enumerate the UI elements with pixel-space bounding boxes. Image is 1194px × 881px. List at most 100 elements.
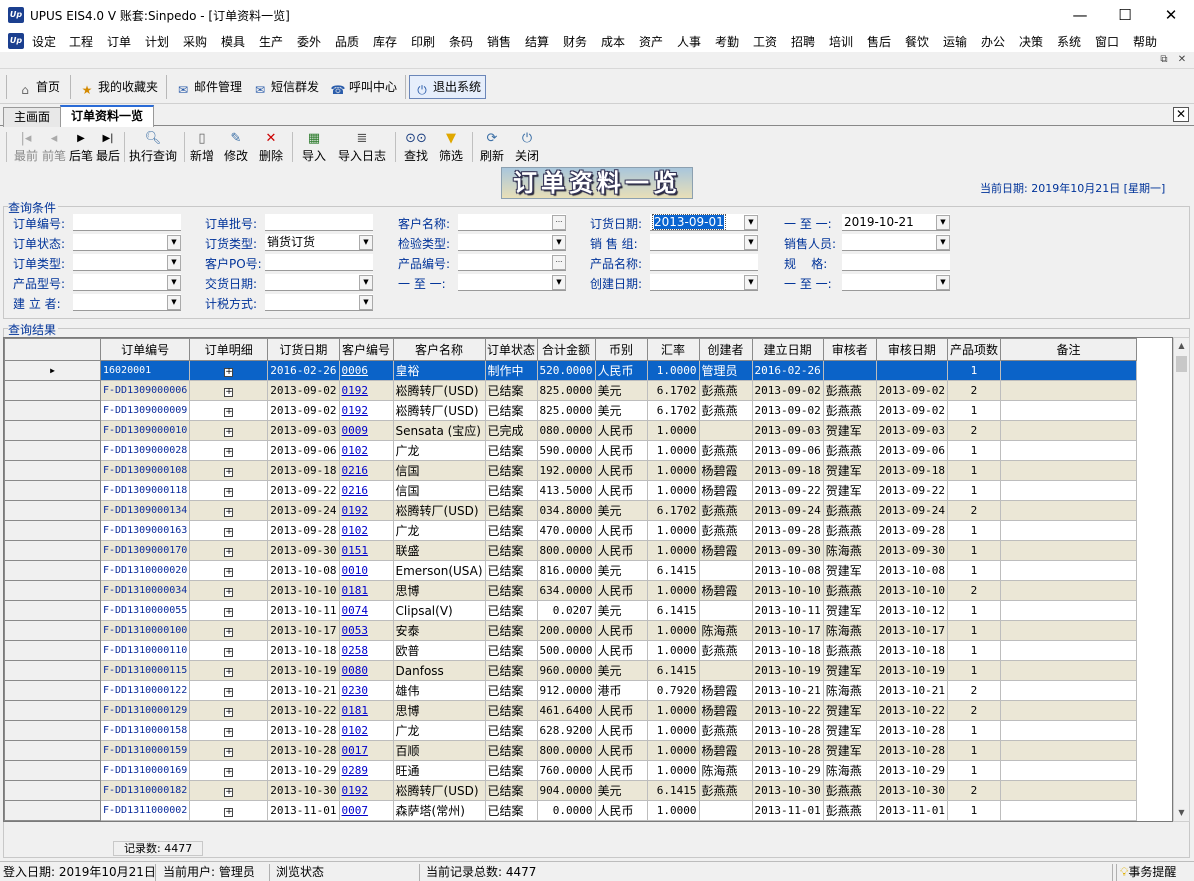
table-row[interactable]: F-DD1309000163 +2013-09-28 0102 广龙 已结案 470.00… (4, 520, 1137, 541)
expand-plus-icon[interactable]: + (224, 468, 234, 477)
menu-item-9[interactable]: 库存 (373, 33, 397, 50)
menu-item-3[interactable]: 计划 (145, 33, 169, 50)
import-log-button[interactable]: ≣ 导入日志 (336, 130, 388, 164)
favorites-button[interactable]: ★ 我的收藏夹 (74, 75, 163, 99)
inspection-type-combo[interactable]: ▼ (458, 234, 566, 251)
order-status-combo[interactable]: ▼ (73, 234, 181, 251)
expand-detail-cell[interactable]: + (189, 520, 269, 541)
lookup-ellipsis-icon[interactable]: ··· (552, 255, 566, 270)
expand-plus-icon[interactable]: + (224, 448, 234, 457)
menu-item-28[interactable]: 窗口 (1095, 33, 1119, 50)
created-date-to-combo[interactable]: ▼ (842, 274, 950, 291)
expand-plus-icon[interactable]: + (224, 488, 234, 497)
table-row[interactable]: F-DD1309000118 +2013-09-22 0216 信国 已结案 413.50… (4, 480, 1137, 501)
expand-detail-cell[interactable]: + (189, 800, 269, 821)
expand-detail-cell[interactable]: + (189, 620, 269, 641)
customer-code-link[interactable]: 0074 (338, 600, 394, 621)
table-row[interactable]: F-DD1309000010 +2013-09-03 0009 Sensata (宝应… (4, 420, 1137, 441)
menu-item-13[interactable]: 结算 (525, 33, 549, 50)
expand-detail-cell[interactable]: + (189, 780, 269, 801)
table-row[interactable]: F-DD1310000020 +2013-10-08 0010 Emerson(USA… (4, 560, 1137, 581)
spec-input[interactable] (842, 254, 950, 271)
menu-item-8[interactable]: 品质 (335, 33, 359, 50)
column-header[interactable]: 订单明细 (189, 338, 269, 361)
customer-code-link[interactable]: 0289 (338, 760, 394, 781)
menu-item-26[interactable]: 决策 (1019, 33, 1043, 50)
table-row[interactable]: F-DD1309000028 +2013-09-06 0102 广龙 已结案 590.00… (4, 440, 1137, 461)
menu-item-25[interactable]: 办公 (981, 33, 1005, 50)
menu-item-15[interactable]: 成本 (601, 33, 625, 50)
chevron-down-icon[interactable]: ▼ (167, 295, 181, 310)
menu-item-21[interactable]: 培训 (829, 33, 853, 50)
menu-item-29[interactable]: 帮助 (1133, 33, 1157, 50)
chevron-down-icon[interactable]: ▼ (936, 235, 950, 250)
column-header[interactable]: 汇率 (646, 338, 700, 361)
column-header[interactable]: 创建者 (698, 338, 753, 361)
prev-record-button[interactable]: ◂ 前笔 (41, 130, 67, 164)
expand-detail-cell[interactable]: + (189, 540, 269, 561)
menu-item-18[interactable]: 考勤 (715, 33, 739, 50)
expand-detail-cell[interactable]: + (189, 460, 269, 481)
customer-code-link[interactable]: 0192 (338, 500, 394, 521)
new-button[interactable]: ▯ 新增 (189, 130, 215, 164)
expand-plus-icon[interactable]: + (224, 608, 234, 617)
expand-plus-icon[interactable]: + (224, 648, 234, 657)
chevron-down-icon[interactable]: ▼ (552, 275, 566, 290)
product-number-input[interactable]: ··· (458, 254, 566, 271)
mdi-close-icon[interactable]: ✕ (1175, 53, 1189, 67)
chevron-down-icon[interactable]: ▼ (167, 255, 181, 270)
creator-combo[interactable]: ▼ (73, 294, 181, 311)
find-button[interactable]: ⊙⊙ 查找 (403, 130, 429, 164)
chevron-down-icon[interactable]: ▼ (936, 215, 950, 230)
column-header[interactable]: 订单编号 (99, 338, 191, 361)
customer-code-link[interactable]: 0192 (338, 400, 394, 421)
table-row[interactable]: F-DD1310000169 +2013-10-29 0289 旺通 已结案 760.00… (4, 760, 1137, 781)
menu-item-14[interactable]: 财务 (563, 33, 587, 50)
customer-code-link[interactable]: 0181 (338, 580, 394, 601)
menu-item-23[interactable]: 餐饮 (905, 33, 929, 50)
next-record-button[interactable]: ▶ 后笔 (68, 130, 94, 164)
tab-order-list[interactable]: 订单资料一览 (60, 105, 155, 127)
expand-detail-cell[interactable]: + (189, 380, 269, 401)
expand-detail-cell[interactable]: + (189, 360, 269, 381)
maximize-button[interactable]: ☐ (1102, 0, 1148, 30)
expand-plus-icon[interactable]: + (224, 568, 234, 577)
chevron-down-icon[interactable]: ▼ (744, 235, 758, 250)
results-grid[interactable]: 订单编号 订单明细 订货日期 客户编号 客户名称 订单状态 合计金额 币别 汇率 创建者 建立日期审… (3, 337, 1173, 822)
chevron-down-icon[interactable]: ▼ (167, 275, 181, 290)
created-date-from-combo[interactable]: ▼ (650, 274, 758, 291)
table-row[interactable]: F-DD1310000100 +2013-10-17 0053 安泰 已结案 200.00… (4, 620, 1137, 641)
expand-plus-icon[interactable]: + (224, 668, 234, 677)
menu-item-16[interactable]: 资产 (639, 33, 663, 50)
scroll-down-icon[interactable]: ▼ (1174, 805, 1189, 821)
expand-detail-cell[interactable]: + (189, 440, 269, 461)
expand-detail-cell[interactable]: + (189, 720, 269, 741)
menu-item-6[interactable]: 生产 (259, 33, 283, 50)
chevron-down-icon[interactable]: ▼ (359, 275, 373, 290)
customer-code-link[interactable]: 0006 (338, 360, 394, 381)
expand-plus-icon[interactable]: + (224, 428, 234, 437)
product-model-combo[interactable]: ▼ (73, 274, 181, 291)
menu-item-0[interactable]: 设定 (32, 33, 56, 50)
edit-button[interactable]: ✎ 修改 (223, 130, 249, 164)
order-batch-input[interactable] (265, 214, 373, 231)
minimize-button[interactable]: — (1057, 0, 1103, 30)
expand-detail-cell[interactable]: + (189, 660, 269, 681)
menu-item-24[interactable]: 运输 (943, 33, 967, 50)
sms-button[interactable]: ✉ 短信群发 (247, 75, 324, 99)
tax-method-combo[interactable]: ▼ (265, 294, 373, 311)
table-row[interactable]: F-DD1309000009 +2013-09-02 0192 崧腾转厂(USD) 已结… (4, 400, 1137, 421)
expand-plus-icon[interactable]: + (224, 768, 234, 777)
delivery-date-to-combo[interactable]: ▼ (458, 274, 566, 291)
expand-plus-icon[interactable]: + (224, 388, 234, 397)
order-type-combo[interactable]: ▼ (73, 254, 181, 271)
table-row[interactable]: F-DD1310000159 +2013-10-28 0017 百顺 已结案 800.00… (4, 740, 1137, 761)
delete-button[interactable]: ✕ 删除 (258, 130, 284, 164)
column-header[interactable]: 合计金额 (536, 338, 596, 361)
customer-code-link[interactable]: 0102 (338, 520, 394, 541)
order-date-to-combo[interactable]: 2019-10-21 ▼ (842, 214, 950, 231)
expand-plus-icon[interactable]: + (224, 788, 234, 797)
close-button[interactable]: ⏻ 关闭 (514, 130, 540, 164)
refresh-button[interactable]: ⟳ 刷新 (479, 130, 505, 164)
customer-code-link[interactable]: 0053 (338, 620, 394, 641)
